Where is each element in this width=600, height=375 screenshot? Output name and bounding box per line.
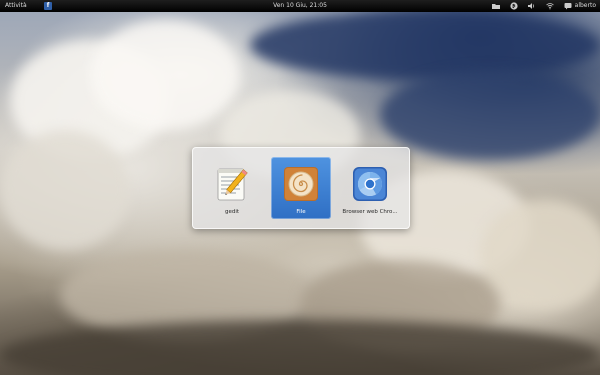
- top-bar: Attività f Ven 10 Giu, 21:05 alberto: [0, 0, 600, 12]
- wallpaper-cloud: [90, 20, 240, 130]
- wallpaper-cloud: [0, 320, 600, 375]
- volume-icon[interactable]: [527, 2, 536, 10]
- switcher-item-label: gedit: [224, 209, 240, 215]
- chromium-browser-icon: [350, 164, 390, 204]
- username-label: alberto: [574, 2, 596, 9]
- desktop-background: Attività f Ven 10 Giu, 21:05 alberto ged…: [0, 0, 600, 375]
- switcher-item-label: Browser web Chro...: [342, 209, 398, 215]
- wallpaper-cloud: [480, 200, 600, 310]
- wallpaper-sky: [380, 70, 600, 160]
- folder-icon[interactable]: [491, 2, 500, 10]
- system-tray: alberto: [491, 0, 596, 12]
- chat-status-icon: [564, 2, 572, 10]
- app-switcher: gedit File Browser web Chro...: [192, 147, 410, 229]
- user-menu[interactable]: alberto: [564, 0, 596, 12]
- wallpaper-sky: [250, 10, 600, 80]
- wallpaper-cloud: [0, 130, 130, 250]
- wifi-icon[interactable]: [545, 2, 554, 10]
- files-nautilus-icon: [281, 164, 321, 204]
- switcher-item-label: File: [296, 209, 306, 215]
- switcher-item-chromium[interactable]: Browser web Chro...: [340, 157, 400, 219]
- switcher-item-files[interactable]: File: [271, 157, 331, 219]
- text-editor-icon: [212, 164, 252, 204]
- bluetooth-icon[interactable]: [510, 2, 518, 10]
- switcher-item-gedit[interactable]: gedit: [202, 157, 262, 219]
